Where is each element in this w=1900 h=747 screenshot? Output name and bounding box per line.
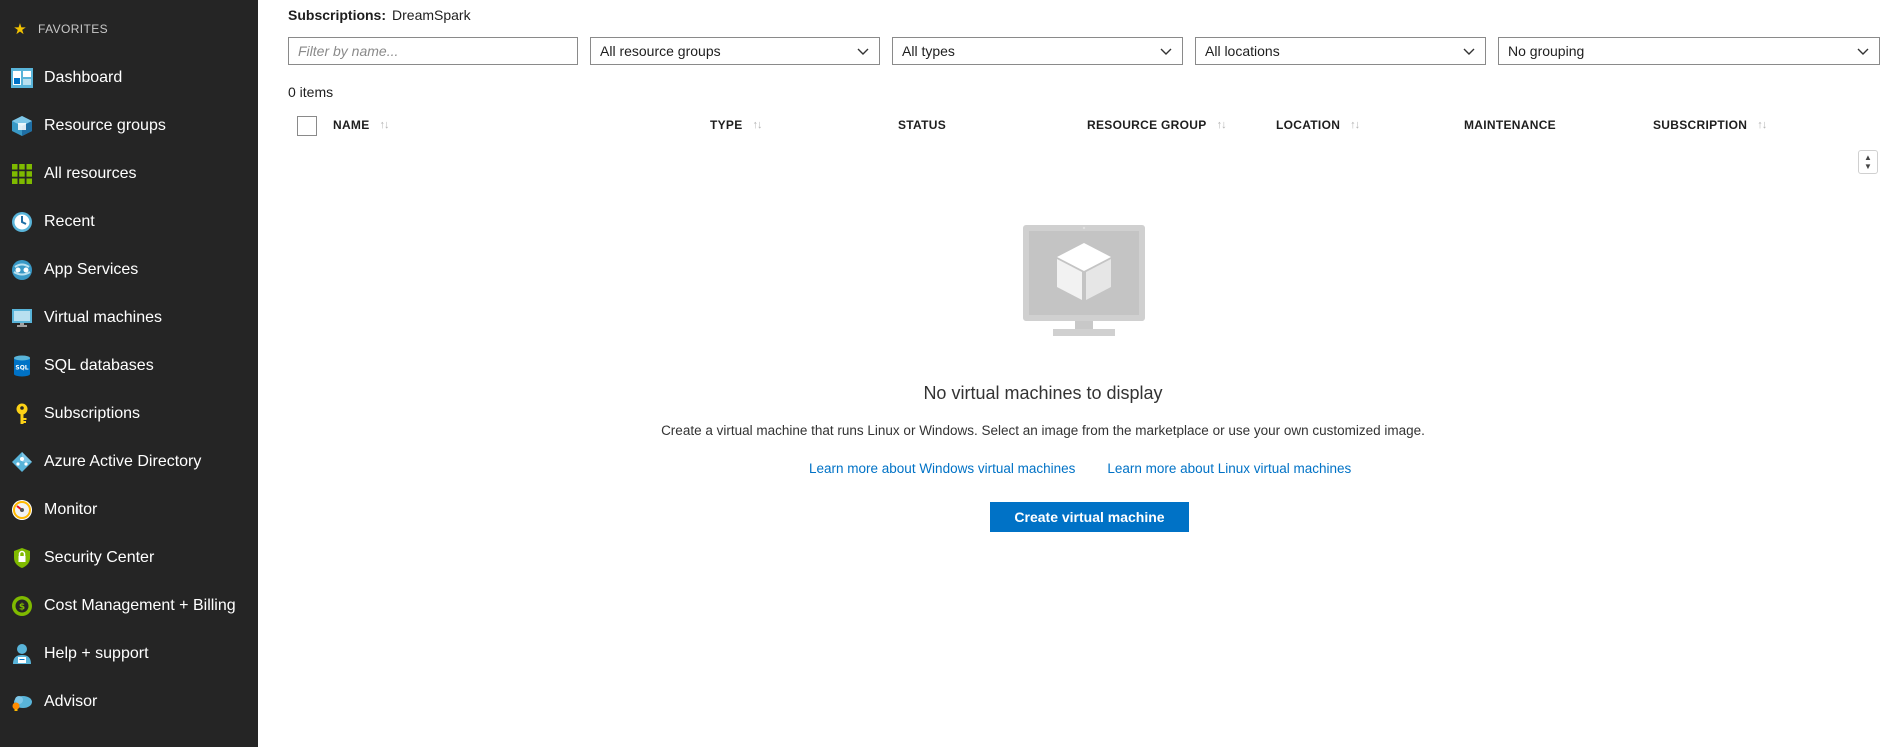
sidebar-item-label: Virtual machines [44, 309, 162, 326]
sidebar-item-label: Recent [44, 213, 95, 230]
chevron-down-icon [1857, 48, 1869, 55]
sidebar-item-all-resources[interactable]: All resources [0, 150, 258, 198]
types-dropdown[interactable]: All types [892, 37, 1183, 65]
virtual-machines-icon [10, 306, 34, 330]
subscriptions-key-icon [10, 402, 34, 426]
sidebar-item-monitor[interactable]: Monitor [0, 486, 258, 534]
cost-billing-icon: $ [10, 594, 34, 618]
empty-state-description: Create a virtual machine that runs Linux… [661, 423, 1425, 438]
svg-text:$: $ [19, 603, 25, 613]
sidebar-item-recent[interactable]: Recent [0, 198, 258, 246]
dashboard-icon [10, 66, 34, 90]
svg-text:SQL: SQL [15, 365, 28, 372]
all-resources-icon [10, 162, 34, 186]
advisor-icon [10, 690, 34, 714]
help-support-icon [10, 642, 34, 666]
favorites-label: FAVORITES [38, 22, 109, 36]
learn-more-windows-link[interactable]: Learn more about Windows virtual machine… [809, 461, 1075, 476]
column-location-label: LOCATION [1276, 118, 1341, 132]
filter-by-name-input[interactable] [288, 37, 578, 65]
sidebar-item-sql-databases[interactable]: SQL SQL databases [0, 342, 258, 390]
chevron-down-icon [1463, 48, 1475, 55]
grouping-dropdown[interactable]: No grouping [1498, 37, 1880, 65]
sql-databases-icon: SQL [10, 354, 34, 378]
column-subscription[interactable]: SUBSCRIPTION ↑↓ [1653, 118, 1767, 132]
sidebar: ★ FAVORITES Dashboard Resource groups Al… [0, 0, 258, 747]
sidebar-item-label: Dashboard [44, 69, 123, 86]
chevron-down-icon [1160, 48, 1172, 55]
filter-bar: All resource groups All types All locati… [288, 37, 1880, 65]
empty-state-title: No virtual machines to display [923, 383, 1163, 403]
types-dropdown-value: All types [902, 43, 955, 59]
sidebar-item-label: Cost Management + Billing [44, 597, 236, 614]
table-header: NAME ↑↓ TYPE ↑↓ STATUS RESOURCE GROUP ↑↓… [258, 113, 1900, 139]
sidebar-item-cost-management-billing[interactable]: $ Cost Management + Billing [0, 582, 258, 630]
sidebar-item-label: SQL databases [44, 357, 154, 374]
sidebar-item-dashboard[interactable]: Dashboard [0, 54, 258, 102]
subscriptions-filter[interactable]: Subscriptions: DreamSpark [288, 7, 471, 23]
resource-groups-dropdown-value: All resource groups [600, 43, 721, 59]
subscriptions-key: Subscriptions: [288, 7, 387, 23]
sidebar-item-azure-active-directory[interactable]: Azure Active Directory [0, 438, 258, 486]
sort-arrows-icon[interactable]: ↑↓ [1757, 119, 1767, 131]
star-icon: ★ [13, 21, 27, 38]
learn-more-linux-link[interactable]: Learn more about Linux virtual machines [1107, 461, 1351, 476]
sidebar-item-subscriptions[interactable]: Subscriptions [0, 390, 258, 438]
sidebar-item-label: Resource groups [44, 117, 166, 134]
item-count: 0 items [288, 84, 334, 100]
column-subscription-label: SUBSCRIPTION [1653, 118, 1748, 132]
column-name-label: NAME [333, 118, 370, 132]
locations-dropdown-value: All locations [1205, 43, 1280, 59]
sidebar-item-label: Advisor [44, 693, 98, 710]
column-scroll-stepper[interactable]: ▲ ▼ [1858, 150, 1878, 174]
azure-ad-icon [10, 450, 34, 474]
create-virtual-machine-button[interactable]: Create virtual machine [990, 502, 1189, 532]
main-content: Subscriptions: DreamSpark All resource g… [258, 0, 1900, 747]
grouping-dropdown-value: No grouping [1508, 43, 1585, 59]
sidebar-nav: Dashboard Resource groups All resources … [0, 54, 258, 726]
resource-groups-icon [10, 114, 34, 138]
sidebar-item-virtual-machines[interactable]: Virtual machines [0, 294, 258, 342]
virtual-machine-monitor-icon [1023, 225, 1145, 336]
monitor-gauge-icon [10, 498, 34, 522]
sidebar-item-label: Azure Active Directory [44, 453, 202, 470]
sort-arrows-icon[interactable]: ↑↓ [380, 119, 390, 131]
recent-clock-icon [10, 210, 34, 234]
column-maintenance-label: MAINTENANCE [1464, 118, 1556, 132]
sort-arrows-icon[interactable]: ↑↓ [1350, 119, 1360, 131]
sidebar-item-resource-groups[interactable]: Resource groups [0, 102, 258, 150]
sidebar-item-app-services[interactable]: App Services [0, 246, 258, 294]
chevron-down-icon[interactable]: ▼ [1864, 162, 1872, 171]
column-location[interactable]: LOCATION ↑↓ [1276, 118, 1360, 132]
sidebar-item-help-support[interactable]: Help + support [0, 630, 258, 678]
favorites-header: ★ FAVORITES [12, 19, 108, 39]
column-type[interactable]: TYPE ↑↓ [710, 118, 763, 132]
resource-groups-dropdown[interactable]: All resource groups [590, 37, 880, 65]
sidebar-item-label: Subscriptions [44, 405, 141, 422]
sidebar-item-label: Monitor [44, 501, 98, 518]
sidebar-item-label: Security Center [44, 549, 155, 566]
chevron-down-icon [857, 48, 869, 55]
column-status-label: STATUS [898, 118, 947, 132]
column-type-label: TYPE [710, 118, 743, 132]
column-name[interactable]: NAME ↑↓ [333, 118, 390, 132]
sidebar-item-advisor[interactable]: Advisor [0, 678, 258, 726]
sidebar-item-security-center[interactable]: Security Center [0, 534, 258, 582]
sidebar-item-label: Help + support [44, 645, 149, 662]
sort-arrows-icon[interactable]: ↑↓ [1217, 119, 1227, 131]
select-all-checkbox[interactable] [297, 116, 317, 136]
column-resource-group-label: RESOURCE GROUP [1087, 118, 1207, 132]
subscriptions-value[interactable]: DreamSpark [392, 7, 471, 23]
column-maintenance: MAINTENANCE [1464, 118, 1556, 132]
app-services-icon [10, 258, 34, 282]
sidebar-item-label: App Services [44, 261, 139, 278]
sort-arrows-icon[interactable]: ↑↓ [753, 119, 763, 131]
sidebar-item-label: All resources [44, 165, 137, 182]
locations-dropdown[interactable]: All locations [1195, 37, 1486, 65]
column-resource-group[interactable]: RESOURCE GROUP ↑↓ [1087, 118, 1227, 132]
security-center-icon [10, 546, 34, 570]
column-status: STATUS [898, 118, 946, 132]
learn-more-links: Learn more about Windows virtual machine… [809, 461, 1351, 476]
chevron-up-icon[interactable]: ▲ [1864, 153, 1872, 162]
